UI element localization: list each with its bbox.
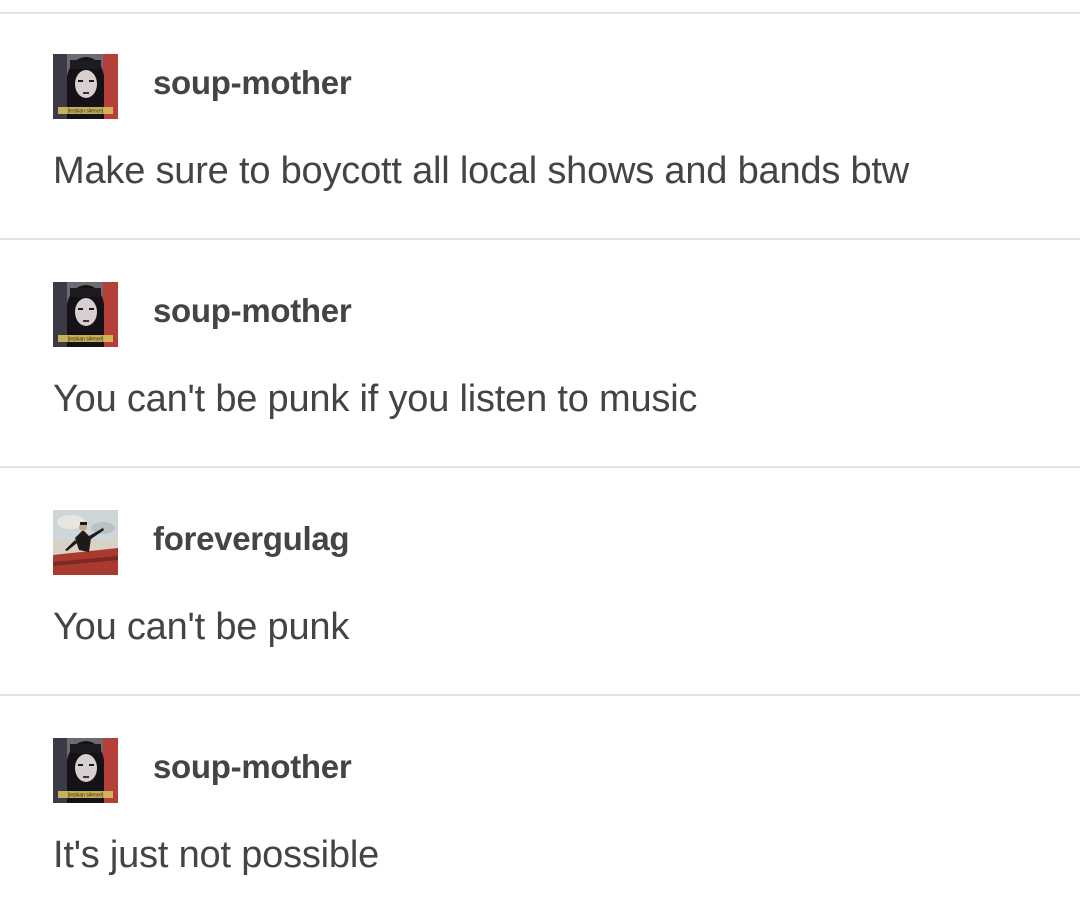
goth-woman-avatar-icon: [lesbian silence]	[53, 738, 118, 803]
reblog-post: [lesbian silence] soup-mother Make sure …	[0, 14, 1080, 240]
reblog-post: forevergulag You can't be punk	[0, 470, 1080, 696]
username-link[interactable]: soup-mother	[153, 64, 352, 102]
username-link[interactable]: soup-mother	[153, 292, 352, 330]
reblog-post: [lesbian silence] soup-mother It's just …	[0, 698, 1080, 924]
divider	[0, 694, 1080, 696]
avatar[interactable]: [lesbian silence]	[53, 282, 118, 347]
post-text: Make sure to boycott all local shows and…	[53, 150, 910, 192]
username-link[interactable]: forevergulag	[153, 520, 350, 558]
goth-woman-avatar-icon: [lesbian silence]	[53, 54, 118, 119]
post-text: It's just not possible	[53, 834, 380, 876]
avatar[interactable]	[53, 510, 118, 575]
divider	[0, 466, 1080, 468]
avatar-caption: [lesbian silence]	[68, 109, 104, 115]
avatar-caption: [lesbian silence]	[68, 793, 104, 799]
avatar[interactable]: [lesbian silence]	[53, 738, 118, 803]
avatar[interactable]: [lesbian silence]	[53, 54, 118, 119]
orator-painting-avatar-icon	[53, 510, 118, 575]
reblog-post: [lesbian silence] soup-mother You can't …	[0, 242, 1080, 468]
avatar-caption: [lesbian silence]	[68, 337, 104, 343]
post-text: You can't be punk if you listen to music	[53, 378, 698, 420]
goth-woman-avatar-icon: [lesbian silence]	[53, 282, 118, 347]
username-link[interactable]: soup-mother	[153, 748, 352, 786]
post-text: You can't be punk	[53, 606, 350, 648]
divider	[0, 238, 1080, 240]
